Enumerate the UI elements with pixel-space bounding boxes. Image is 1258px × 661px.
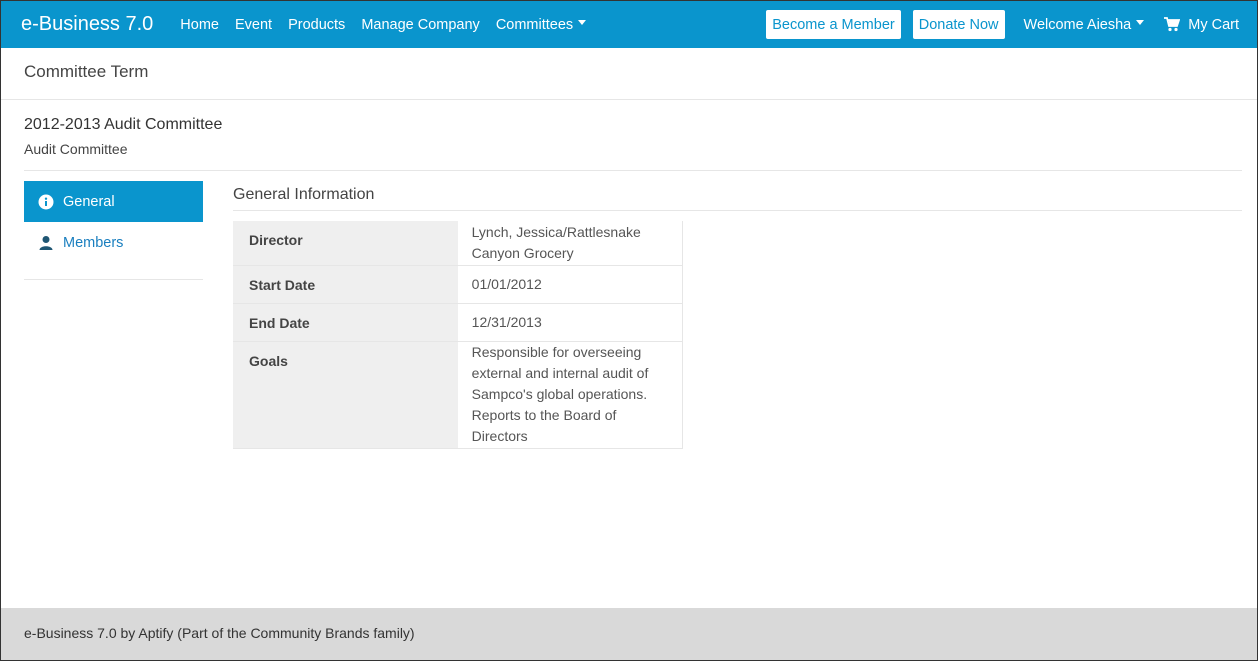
nav-manage-company[interactable]: Manage Company <box>361 17 480 33</box>
info-icon <box>38 194 54 209</box>
nav-committees-label: Committees <box>495 16 574 33</box>
side-nav-members[interactable]: Members <box>24 222 203 263</box>
field-label: Director <box>233 221 458 266</box>
chevron-down-icon <box>1136 20 1145 26</box>
table-row: End Date 12/31/2013 <box>233 303 683 342</box>
field-value: Lynch, Jessica/Rattlesnake Canyon Grocer… <box>457 221 683 266</box>
nav-home[interactable]: Home <box>180 17 219 33</box>
welcome-label: Welcome Aiesha <box>1023 16 1132 33</box>
term-title: 2012-2013 Audit Committee <box>24 116 223 133</box>
page-title: Committee Term <box>24 62 149 81</box>
side-nav: General Members <box>24 181 203 263</box>
field-label: Goals <box>233 341 458 449</box>
nav-right: Become a Member Donate Now Welcome Aiesh… <box>754 10 1239 39</box>
section-title: General Information <box>233 186 375 203</box>
chevron-down-icon <box>578 20 587 26</box>
my-cart-link[interactable]: My Cart <box>1164 17 1239 33</box>
field-label: End Date <box>233 303 458 342</box>
divider <box>24 279 203 280</box>
main-nav: Home Event Products Manage Company Commi… <box>180 17 602 33</box>
general-info-table: Director Lynch, Jessica/Rattlesnake Cany… <box>233 221 683 449</box>
footer-text: e-Business 7.0 by Aptify (Part of the Co… <box>24 625 415 641</box>
top-navbar: e-Business 7.0 Home Event Products Manag… <box>1 1 1257 48</box>
cart-label: My Cart <box>1188 16 1239 33</box>
page-header: Committee Term <box>1 48 1257 100</box>
user-menu-dropdown[interactable]: Welcome Aiesha <box>1024 17 1145 33</box>
nav-committees-dropdown[interactable]: Committees <box>495 16 587 33</box>
nav-products[interactable]: Products <box>288 17 345 33</box>
field-value: 01/01/2012 <box>457 265 683 304</box>
footer: e-Business 7.0 by Aptify (Part of the Co… <box>1 608 1257 660</box>
table-row: Goals Responsible for overseeing externa… <box>233 341 683 449</box>
field-label: Start Date <box>233 265 458 304</box>
term-subtitle: Audit Committee <box>24 141 128 157</box>
brand-logo[interactable]: e-Business 7.0 <box>21 13 153 36</box>
nav-event[interactable]: Event <box>235 17 272 33</box>
cart-icon <box>1164 17 1181 32</box>
field-value: 12/31/2013 <box>457 303 683 342</box>
user-icon <box>39 235 53 250</box>
donate-now-button[interactable]: Donate Now <box>912 10 1005 39</box>
side-nav-general-label: General <box>63 193 115 210</box>
become-member-button[interactable]: Become a Member <box>766 10 901 39</box>
field-value: Responsible for overseeing external and … <box>457 341 683 449</box>
table-row: Start Date 01/01/2012 <box>233 265 683 304</box>
divider <box>233 210 1242 211</box>
side-nav-members-label: Members <box>63 234 124 251</box>
table-row: Director Lynch, Jessica/Rattlesnake Cany… <box>233 221 683 266</box>
side-nav-general[interactable]: General <box>24 181 203 222</box>
divider <box>24 170 1242 171</box>
